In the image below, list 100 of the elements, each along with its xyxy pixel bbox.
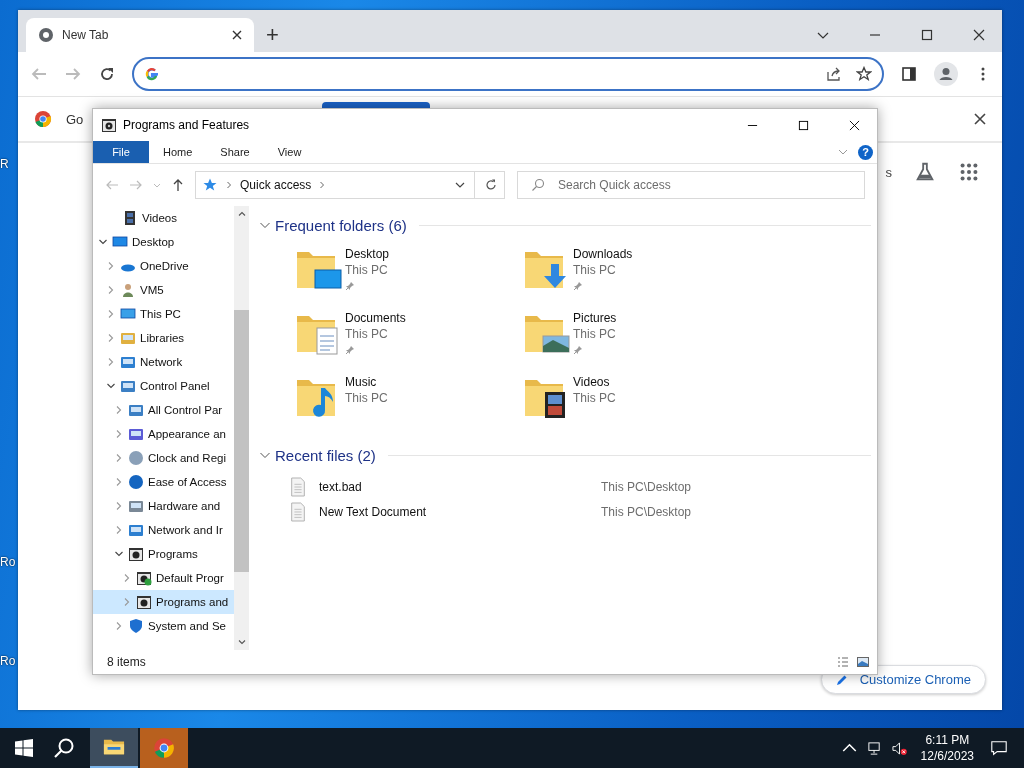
appearance-icon [128, 426, 144, 442]
tree-item[interactable]: System and Se [93, 614, 234, 638]
folder-name[interactable]: Videos [573, 374, 616, 390]
text-file-icon [289, 501, 307, 523]
scrollbar[interactable] [234, 206, 249, 650]
scroll-thumb[interactable] [234, 310, 249, 572]
close-icon[interactable] [973, 29, 985, 41]
tree-item[interactable]: This PC [93, 302, 234, 326]
maximize-icon[interactable] [921, 29, 933, 41]
status-text: 8 items [107, 655, 146, 669]
tree-item[interactable]: Appearance an [93, 422, 234, 446]
ribbon-tab[interactable]: Share [206, 141, 264, 163]
section-title[interactable]: Recent files (2) [275, 446, 376, 464]
window-title: Programs and Features [123, 118, 250, 132]
tree-item[interactable]: Network and Ir [93, 518, 234, 542]
tree-item[interactable]: Control Panel [93, 374, 234, 398]
tree-item[interactable]: Ease of Access [93, 470, 234, 494]
ribbon-tab[interactable]: Home [149, 141, 207, 163]
apps-grid-icon[interactable] [958, 161, 980, 183]
tree-item[interactable]: Programs [93, 542, 234, 566]
search-icon [531, 178, 545, 192]
tree-item[interactable]: VM5 [93, 278, 234, 302]
pc-icon [120, 306, 136, 322]
close-icon[interactable] [849, 119, 860, 131]
tree-item[interactable]: Clock and Regi [93, 446, 234, 470]
maximize-icon[interactable] [798, 119, 809, 131]
ribbon-tab[interactable]: File [93, 141, 149, 163]
share-icon[interactable] [826, 66, 842, 82]
chevron-icon [318, 181, 327, 189]
tree-item[interactable]: Hardware and [93, 494, 234, 518]
side-panel-icon[interactable] [900, 65, 918, 83]
tree-item[interactable]: Default Progr [93, 566, 234, 590]
clock-time[interactable]: 6:11 PM [925, 732, 970, 748]
chevron-icon[interactable] [114, 549, 124, 559]
address-field[interactable] [132, 57, 884, 91]
desktop-icon-label: Ro [0, 654, 16, 668]
folder-name[interactable]: Desktop [345, 246, 390, 262]
explorer-taskbar-button[interactable] [90, 728, 138, 768]
chevron-icon[interactable] [98, 237, 108, 247]
file-name[interactable]: New Text Document [319, 505, 589, 519]
large-icons-view-icon[interactable] [857, 656, 869, 668]
scroll-down-icon[interactable] [237, 638, 246, 646]
google-icon [144, 66, 160, 82]
search-icon[interactable] [53, 737, 75, 759]
close-icon[interactable] [974, 113, 986, 125]
notifications-icon[interactable] [990, 739, 1008, 757]
browser-tab[interactable]: New Tab [26, 18, 254, 52]
pencil-icon [835, 673, 848, 686]
folder-location: This PC [573, 326, 617, 342]
folder-name[interactable]: Documents [345, 310, 406, 326]
programs-icon [136, 594, 152, 610]
file-location: This PC\Desktop [601, 480, 692, 494]
folder-name[interactable]: Pictures [573, 310, 617, 326]
tree-item[interactable]: Desktop [93, 230, 234, 254]
windows-start-icon[interactable] [15, 739, 33, 757]
up-icon[interactable] [171, 178, 185, 192]
muted-speaker-icon[interactable] [891, 740, 907, 756]
breadcrumb[interactable]: Quick access [240, 178, 312, 192]
dropdown-icon[interactable] [455, 180, 465, 190]
clock-date[interactable]: 12/6/2023 [920, 748, 974, 764]
folder-location: This PC [573, 262, 617, 278]
search-field[interactable]: Search Quick access [517, 171, 865, 199]
chrome-icon [38, 27, 54, 43]
refresh-icon[interactable] [484, 178, 498, 192]
help-button[interactable]: ? [858, 144, 873, 160]
tree-item[interactable]: Programs and [93, 590, 234, 614]
chrome-icon [153, 737, 175, 759]
scroll-up-icon[interactable] [237, 210, 246, 218]
star-icon[interactable] [856, 66, 872, 82]
tree-item[interactable]: OneDrive [93, 254, 234, 278]
programs-icon [128, 546, 144, 562]
folder-name[interactable]: Downloads [573, 246, 633, 262]
text-file-icon [289, 476, 307, 498]
shortcut-label[interactable]: s [885, 164, 892, 180]
ribbon-tab[interactable]: View [263, 141, 316, 163]
tree-item[interactable]: Network [93, 350, 234, 374]
desktop-icon [112, 234, 128, 250]
address-bar[interactable]: Quick access [195, 171, 505, 199]
chevron-icon [225, 181, 233, 189]
bookmark-label[interactable]: Go [66, 111, 84, 127]
folder-location: This PC [345, 262, 389, 278]
tree-item[interactable]: Videos [93, 206, 234, 230]
chrome-icon [34, 110, 52, 128]
tree-item[interactable]: Libraries [93, 326, 234, 350]
folder-location: This PC [345, 326, 389, 342]
folder-name[interactable]: Music [345, 374, 388, 390]
desktop-icon-label: R [0, 157, 9, 171]
file-name[interactable]: text.bad [319, 480, 589, 494]
star-icon [202, 177, 218, 193]
expand-ribbon-icon[interactable] [838, 147, 848, 157]
reload-icon[interactable] [98, 65, 116, 83]
folder-location: This PC [573, 390, 616, 406]
section-title[interactable]: Frequent folders (6) [275, 216, 407, 234]
close-icon[interactable] [232, 30, 242, 40]
flask-icon[interactable] [914, 161, 936, 183]
chevron-icon[interactable] [106, 381, 116, 391]
programs-icon [101, 117, 117, 133]
tree-item[interactable]: All Control Par [93, 398, 234, 422]
profile-icon[interactable] [934, 62, 958, 86]
new-tab-button[interactable]: + [260, 23, 285, 47]
